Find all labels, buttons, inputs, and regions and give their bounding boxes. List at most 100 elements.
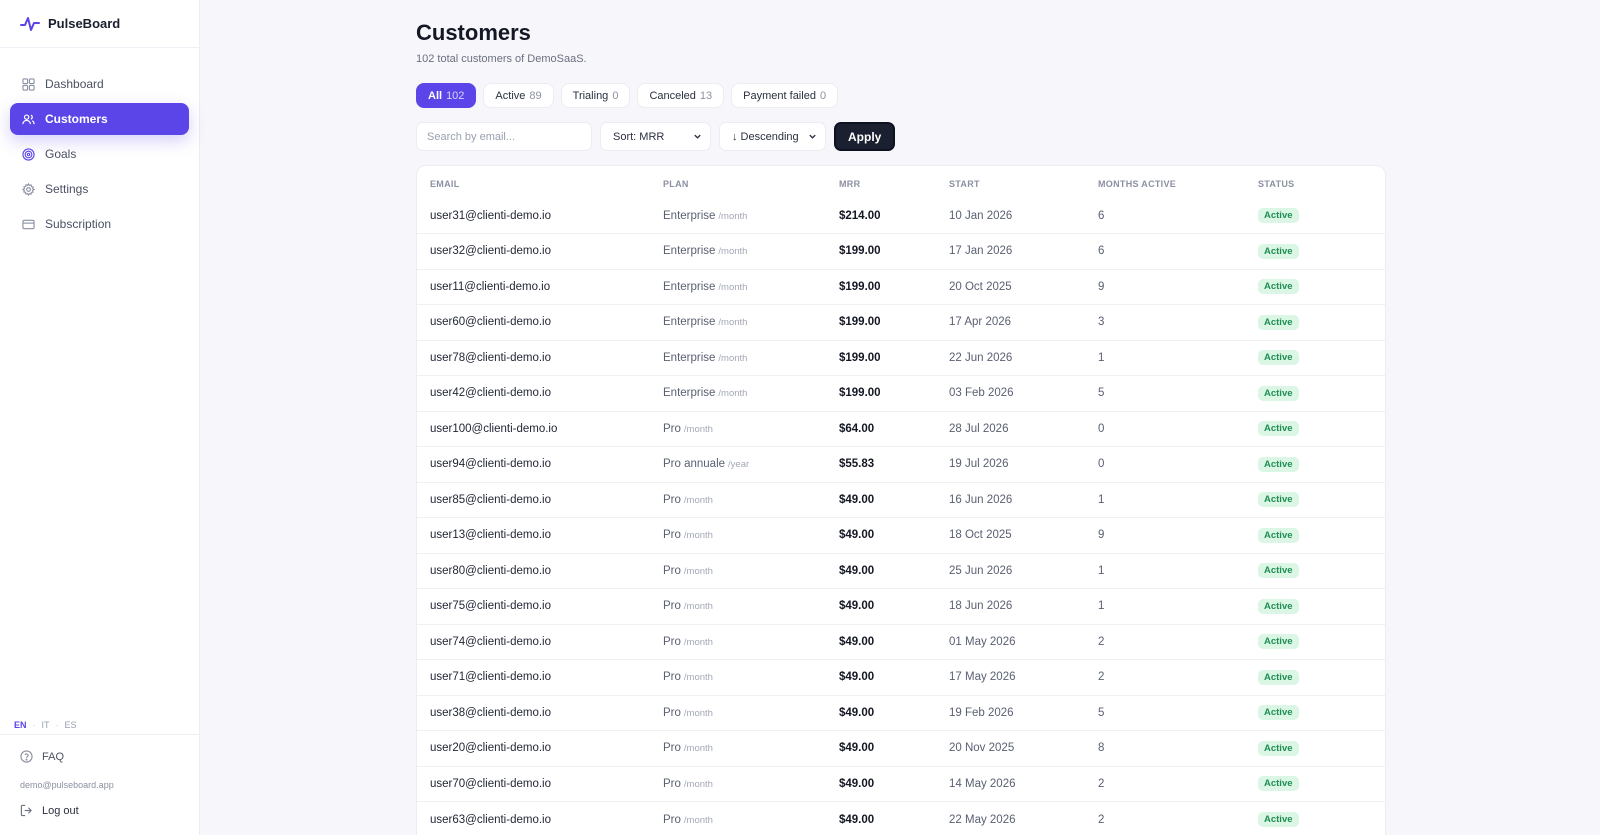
table-controls: Sort: MRR ↓ Descending Apply: [416, 122, 896, 151]
customer-email[interactable]: user70@clienti-demo.io: [417, 765, 663, 802]
apply-button[interactable]: Apply: [834, 122, 896, 151]
customer-email[interactable]: user38@clienti-demo.io: [417, 694, 663, 731]
language-option-en[interactable]: EN: [14, 720, 27, 730]
customer-email[interactable]: user74@clienti-demo.io: [417, 623, 663, 660]
column-header-email[interactable]: EMAIL: [417, 166, 663, 198]
filter-label: Canceled: [649, 89, 696, 102]
customer-months-active: 9: [1098, 268, 1258, 305]
customer-email[interactable]: user100@clienti-demo.io: [417, 410, 663, 447]
customer-mrr: $49.00: [839, 623, 949, 660]
customer-mrr: $49.00: [839, 481, 949, 518]
customer-mrr: $214.00: [839, 209, 881, 222]
filter-all[interactable]: All 102: [416, 83, 477, 108]
language-option-it[interactable]: IT: [42, 720, 50, 730]
customer-mrr: $199.00: [839, 268, 949, 305]
plan-period: /year: [728, 459, 750, 471]
filter-label: Payment failed: [743, 89, 816, 102]
plan-name: Pro: [663, 600, 681, 613]
column-header-plan[interactable]: PLAN: [663, 166, 839, 198]
customer-plan: Pro/month: [663, 659, 839, 695]
customer-months-active: 5: [1098, 694, 1258, 731]
table-row[interactable]: user11@clienti-demo.io Enterprise/month $1…: [417, 268, 1385, 305]
table-row[interactable]: user74@clienti-demo.io Pro/month $49.00 01 …: [417, 623, 1385, 660]
customer-email[interactable]: user80@clienti-demo.io: [417, 552, 663, 589]
customer-email[interactable]: user75@clienti-demo.io: [417, 588, 663, 624]
table-row[interactable]: user31@clienti-demo.io Enterprise/month $2…: [417, 198, 1385, 234]
status-filter-tabs: All 102 Active 89 Trialing 0 Canceled 13…: [416, 83, 839, 108]
column-header-mrr[interactable]: MRR: [839, 166, 949, 198]
table-row[interactable]: user85@clienti-demo.io Pro/month $49.00 16 …: [417, 481, 1385, 518]
customer-plan: Pro/month: [663, 765, 839, 802]
sidebar: PulseBoard Dashboard Customers Goals Set…: [0, 0, 200, 835]
sidebar-item-dashboard[interactable]: Dashboard: [10, 68, 189, 100]
brand-name: PulseBoard: [48, 16, 121, 31]
faq-link[interactable]: FAQ: [20, 750, 64, 763]
customer-status: Active: [1258, 375, 1385, 411]
customer-start-date: 17 Apr 2026: [949, 304, 1098, 340]
customer-status: Active: [1258, 410, 1385, 447]
customer-email[interactable]: user20@clienti-demo.io: [417, 730, 663, 766]
customer-start-date: 19 Jul 2026: [949, 446, 1098, 482]
plan-period: /month: [683, 743, 713, 755]
table-row[interactable]: user75@clienti-demo.io Pro/month $49.00 18 …: [417, 588, 1385, 624]
target-icon: [22, 147, 35, 161]
customers-table: EMAIL PLAN MRR START MONTHS ACTIVE STATU…: [417, 166, 1385, 835]
customer-mrr: $49.00: [839, 765, 949, 802]
status-badge: Active: [1258, 740, 1299, 756]
customer-plan: Enterprise/month: [663, 304, 839, 340]
search-input[interactable]: [416, 122, 592, 151]
table-row[interactable]: user100@clienti-demo.io Pro/month $64.00 28…: [417, 410, 1385, 447]
plan-name: Pro annuale: [663, 458, 726, 471]
column-header-status[interactable]: STATUS: [1258, 166, 1385, 198]
customer-email[interactable]: user42@clienti-demo.io: [417, 375, 663, 411]
filter-trialing[interactable]: Trialing 0: [560, 83, 631, 108]
table-row[interactable]: user32@clienti-demo.io Enterprise/month $1…: [417, 233, 1385, 269]
customer-email[interactable]: user60@clienti-demo.io: [417, 304, 663, 340]
customer-email[interactable]: user31@clienti-demo.io: [417, 198, 663, 234]
table-row[interactable]: user63@clienti-demo.io Pro/month $49.00 22 …: [417, 801, 1385, 835]
table-row[interactable]: user71@clienti-demo.io Pro/month $49.00 17 …: [417, 659, 1385, 695]
plan-period: /month: [683, 672, 713, 684]
table-row[interactable]: user94@clienti-demo.io Pro annuale/year $5…: [417, 446, 1385, 482]
table-row[interactable]: user20@clienti-demo.io Pro/month $49.00 20 …: [417, 730, 1385, 766]
table-row[interactable]: user42@clienti-demo.io Enterprise/month $1…: [417, 375, 1385, 411]
customer-status: Active: [1258, 588, 1385, 624]
sidebar-item-settings[interactable]: Settings: [10, 173, 189, 205]
customer-email[interactable]: user13@clienti-demo.io: [417, 517, 663, 553]
customer-email[interactable]: user78@clienti-demo.io: [417, 339, 663, 376]
customer-email[interactable]: user94@clienti-demo.io: [417, 446, 663, 482]
customer-email[interactable]: user71@clienti-demo.io: [417, 659, 663, 695]
sidebar-item-subscription[interactable]: Subscription: [10, 208, 189, 240]
table-row[interactable]: user70@clienti-demo.io Pro/month $49.00 14 …: [417, 765, 1385, 802]
customer-email[interactable]: user85@clienti-demo.io: [417, 481, 663, 518]
table-row[interactable]: user13@clienti-demo.io Pro/month $49.00 18 …: [417, 517, 1385, 553]
sort-select[interactable]: Sort: MRR: [600, 122, 711, 151]
customer-email[interactable]: user11@clienti-demo.io: [417, 268, 663, 305]
filter-active[interactable]: Active 89: [483, 83, 554, 108]
plan-name: Pro: [663, 635, 681, 648]
language-option-es[interactable]: ES: [65, 720, 77, 730]
customer-email[interactable]: user63@clienti-demo.io: [417, 801, 663, 835]
sidebar-item-customers[interactable]: Customers: [10, 103, 189, 135]
logout-button[interactable]: Log out: [20, 804, 79, 817]
customer-months-active: 2: [1098, 765, 1258, 802]
column-header-start[interactable]: START: [949, 166, 1098, 198]
filter-canceled[interactable]: Canceled 13: [637, 83, 725, 108]
plan-period: /month: [683, 494, 713, 506]
plan-period: /month: [683, 530, 713, 542]
filter-payment-failed[interactable]: Payment failed 0: [731, 83, 839, 108]
customer-months-active: 6: [1098, 233, 1258, 269]
plan-name: Enterprise: [663, 387, 716, 400]
customer-start-date: 17 Jan 2026: [949, 233, 1098, 269]
table-row[interactable]: user78@clienti-demo.io Enterprise/month $1…: [417, 339, 1385, 376]
sidebar-item-goals[interactable]: Goals: [10, 138, 189, 170]
column-header-months-active[interactable]: MONTHS ACTIVE: [1098, 166, 1258, 198]
customer-email[interactable]: user32@clienti-demo.io: [417, 233, 663, 269]
table-row[interactable]: user38@clienti-demo.io Pro/month $49.00 19 …: [417, 694, 1385, 731]
table-row[interactable]: user80@clienti-demo.io Pro/month $49.00 25 …: [417, 552, 1385, 589]
customer-mrr: $49.00: [839, 730, 949, 766]
customer-start-date: 17 May 2026: [949, 659, 1098, 695]
brand[interactable]: PulseBoard: [0, 0, 199, 48]
table-row[interactable]: user60@clienti-demo.io Enterprise/month $1…: [417, 304, 1385, 340]
order-select[interactable]: ↓ Descending: [719, 122, 826, 151]
